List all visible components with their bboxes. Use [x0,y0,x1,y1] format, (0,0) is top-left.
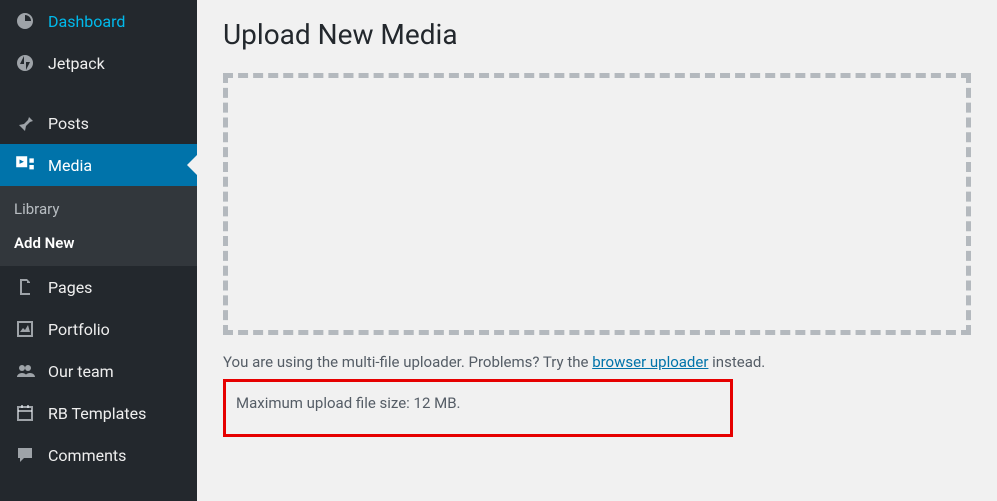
helper-suffix: instead. [708,353,765,371]
sidebar-item-label: Media [48,156,92,175]
pages-icon [14,276,36,298]
admin-sidebar: Dashboard Jetpack Posts Media Library Ad… [0,0,197,501]
sidebar-item-ourteam[interactable]: Our team [0,350,197,392]
sidebar-item-label: Comments [48,446,126,465]
uploader-helper-text: You are using the multi-file uploader. P… [223,353,971,371]
pin-icon [14,112,36,134]
sidebar-item-jetpack[interactable]: Jetpack [0,42,197,84]
main-content: Upload New Media You are using the multi… [197,0,997,501]
max-upload-size-text: Maximum upload file size: 12 MB. [236,394,720,412]
sidebar-item-posts[interactable]: Posts [0,102,197,144]
max-size-highlight: Maximum upload file size: 12 MB. [223,379,733,437]
page-title: Upload New Media [223,18,971,51]
browser-uploader-link[interactable]: browser uploader [592,353,708,371]
sidebar-item-media[interactable]: Media [0,144,197,186]
jetpack-icon [14,52,36,74]
media-submenu: Library Add New [0,186,197,266]
sidebar-item-label: Pages [48,278,92,297]
sidebar-item-label: Portfolio [48,320,110,339]
sidebar-item-label: Dashboard [48,12,125,31]
media-icon [14,154,36,176]
team-icon [14,360,36,382]
portfolio-icon [14,318,36,340]
comments-icon [14,444,36,466]
upload-dropzone[interactable] [223,73,971,335]
sidebar-item-portfolio[interactable]: Portfolio [0,308,197,350]
sidebar-item-pages[interactable]: Pages [0,266,197,308]
sidebar-item-label: RB Templates [48,404,146,423]
sidebar-separator [0,84,197,102]
sidebar-item-label: Jetpack [48,54,105,73]
sidebar-item-label: Our team [48,362,114,381]
submenu-item-library[interactable]: Library [0,192,197,226]
submenu-item-addnew[interactable]: Add New [0,226,197,260]
dashboard-icon [14,10,36,32]
sidebar-item-label: Posts [48,114,89,133]
sidebar-item-dashboard[interactable]: Dashboard [0,0,197,42]
sidebar-item-comments[interactable]: Comments [0,434,197,476]
sidebar-item-rbtemplates[interactable]: RB Templates [0,392,197,434]
calendar-icon [14,402,36,424]
helper-prefix: You are using the multi-file uploader. P… [223,353,592,371]
